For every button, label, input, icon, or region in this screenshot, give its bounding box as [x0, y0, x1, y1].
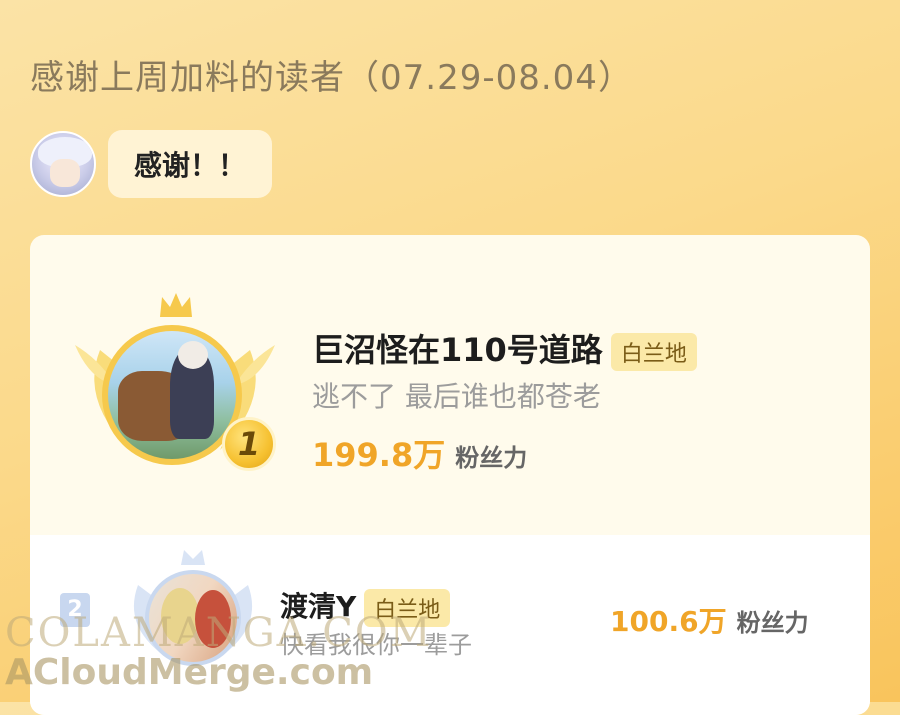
top-reader-avatar[interactable] — [102, 325, 242, 465]
top-reader-fans-label: 粉丝力 — [455, 444, 528, 472]
message-bubble: 感谢！！ — [108, 130, 273, 198]
message-row: 感谢！！ — [30, 130, 273, 198]
second-reader-fans-label: 粉丝力 — [736, 609, 809, 637]
top-reader-name[interactable]: 巨沼怪在110号道路 白兰地 — [312, 325, 697, 371]
top-reader-name-text: 巨沼怪在110号道路 — [312, 331, 603, 369]
second-reader-fans-value: 100.6万 — [610, 605, 727, 638]
second-reader-fans: 100.6万 粉丝力 — [610, 600, 809, 640]
page-title: 感谢上周加料的读者（07.29-08.04） — [30, 58, 633, 98]
top-reader-fans: 199.8万 粉丝力 — [312, 430, 527, 476]
watermark-acloudmerge: ACloudMerge.com — [5, 652, 374, 693]
top-reader-tag: 白兰地 — [610, 333, 697, 371]
watermark-colamanga: COLAMANGA.COM — [5, 610, 433, 656]
top-reader-entry[interactable]: 1 巨沼怪在110号道路 白兰地 逃不了 最后谁也都苍老 199.8万 粉丝力 — [30, 235, 870, 535]
crown-icon — [160, 293, 192, 317]
rank-badge-first: 1 — [222, 417, 276, 471]
top-reader-fans-value: 199.8万 — [312, 436, 446, 474]
author-avatar[interactable] — [30, 131, 96, 197]
top-reader-signature: 逃不了 最后谁也都苍老 — [312, 380, 601, 413]
